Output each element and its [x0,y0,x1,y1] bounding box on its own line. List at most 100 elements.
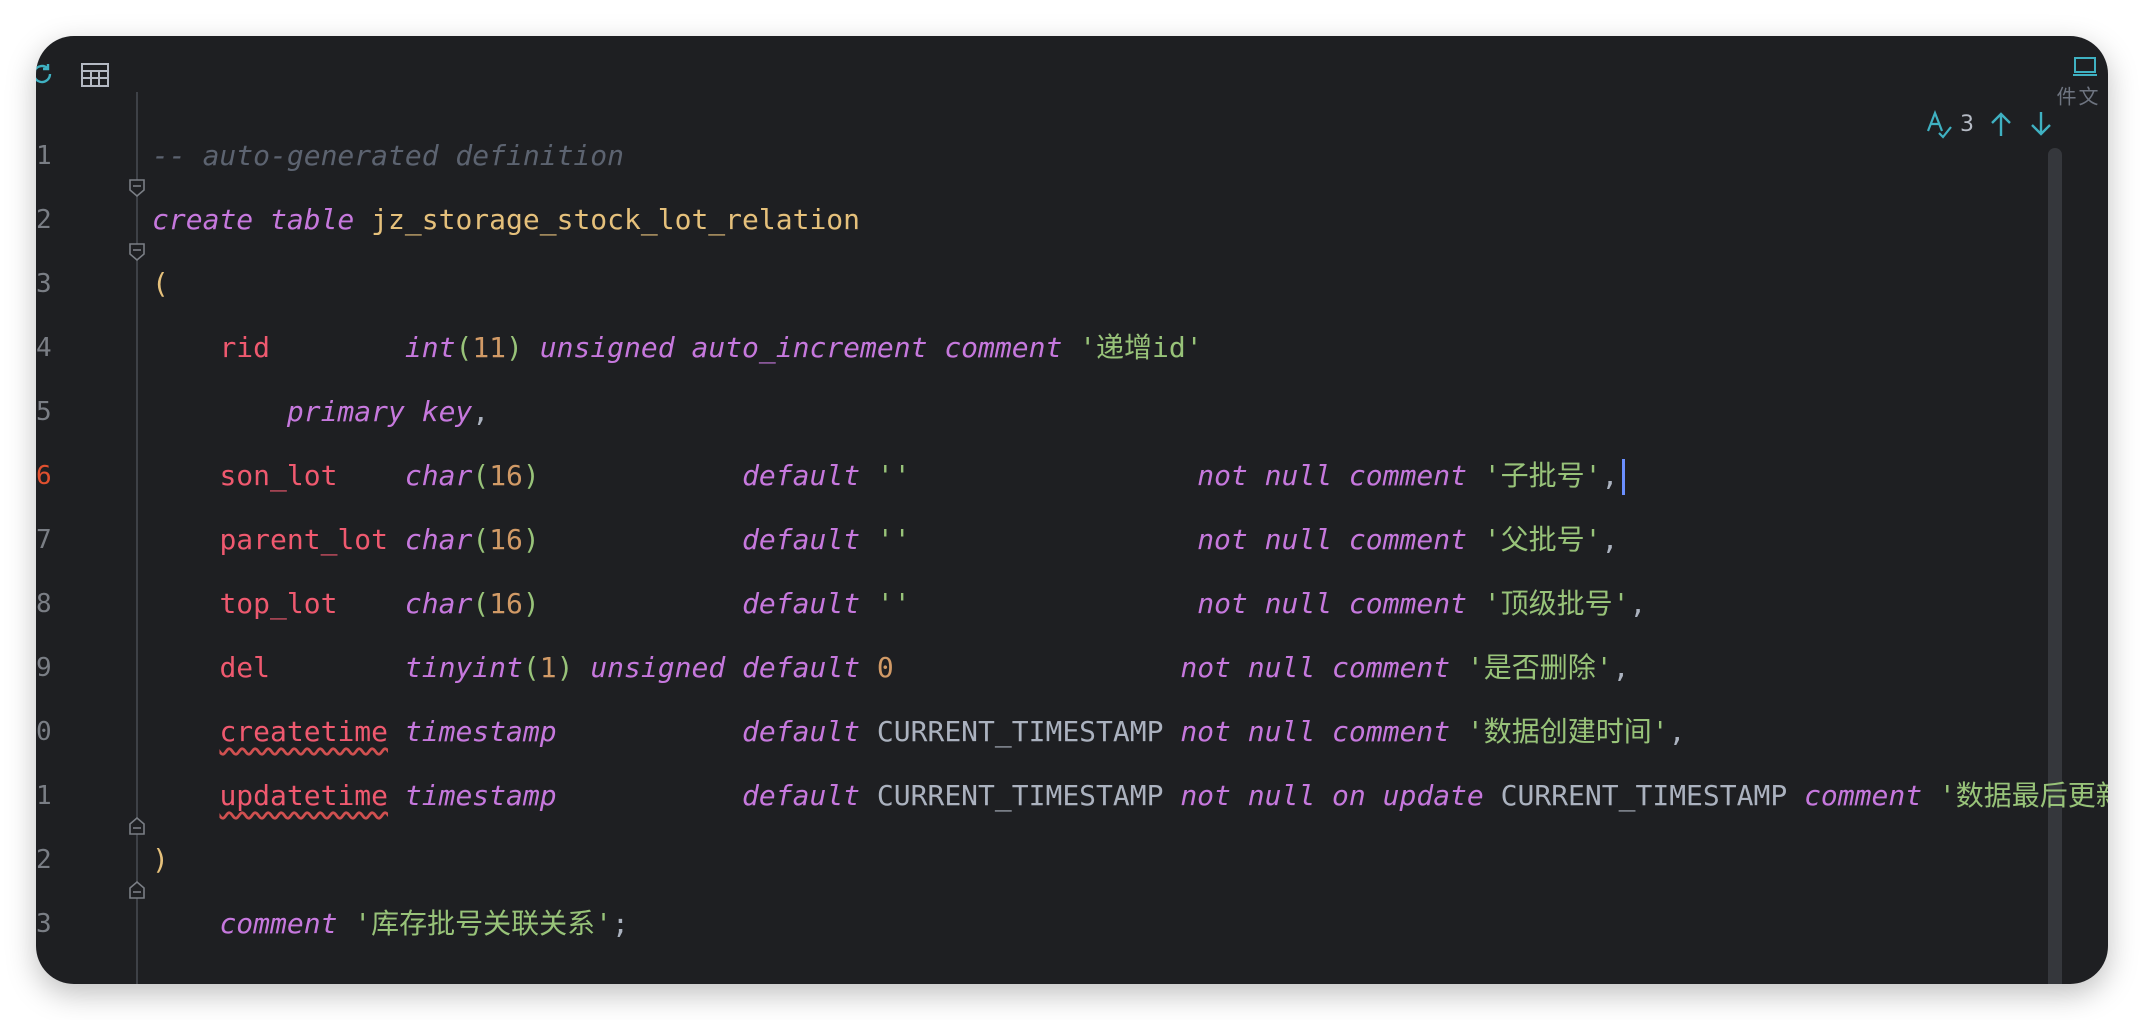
code-text: primary key, [152,380,489,444]
code-token: '是否删除' [1466,651,1613,684]
line-number: 2 [36,205,52,235]
code-token: ( [472,523,490,556]
code-token: ) [506,331,540,364]
editor-toolbar [36,48,236,88]
code-token: not null comment [1197,587,1484,620]
code-token: not null comment [1180,715,1467,748]
editor-window: 文件 3 1 -- auto-generated definition 2 creat… [36,36,2108,984]
code-text: updatetime timestamp default CURRENT_TIM… [152,764,2108,828]
code-text: parent_lot char(16) default '' not null … [152,508,1618,572]
code-token: ( [472,587,490,620]
vertical-scrollbar[interactable] [2048,148,2062,984]
code-token: default [742,459,877,492]
code-token: ( [152,267,169,300]
code-token: ( [455,331,473,364]
code-token: 16 [489,523,523,556]
code-token: , [1668,715,1686,748]
code-token: default [742,779,877,812]
code-token: char [404,523,473,556]
code-token: , [1601,523,1619,556]
code-token: '' [876,523,911,556]
code-text: -- auto-generated definition [152,124,624,188]
fold-guide-line [136,92,138,984]
code-token: top_lot [219,587,338,620]
code-token: ) [522,523,540,556]
code-token: '数据最后更新时间' [1938,779,2108,812]
code-token: '数据创建时间' [1466,715,1669,748]
code-token: rid [219,331,271,364]
code-token: unsigned default [590,651,877,684]
code-token: default [742,523,877,556]
search-match-indicator: 3 [1924,104,2054,144]
code-token: primary key [286,395,473,428]
line-number: 3 [36,269,52,299]
fold-close-icon[interactable] [128,880,146,900]
code-token: char [404,459,473,492]
code-text: comment '库存批号关联关系'; [152,892,628,956]
arrow-down-icon[interactable] [2028,110,2054,138]
code-token: '递增id' [1079,331,1203,364]
line-number: 2 [36,845,52,875]
panel-icon[interactable] [2072,54,2098,80]
code-token: '子批号' [1483,459,1602,492]
code-token: del [219,651,271,684]
code-token: unsigned auto_increment comment [539,331,1080,364]
line-number: 6 [36,461,52,491]
code-token: create table [152,203,372,236]
code-token: not null comment [1180,651,1467,684]
spell-check-icon[interactable] [1924,109,1954,139]
code-token: 1 [539,651,557,684]
code-token: ) [522,587,540,620]
code-text: ( [152,252,169,316]
code-token: comment [1804,779,1939,812]
code-token: , [1629,587,1647,620]
code-token: CURRENT_TIMESTAMP [876,779,1181,812]
code-token: '父批号' [1483,523,1602,556]
code-token: ( [472,459,490,492]
code-text: top_lot char(16) default '' not null com… [152,572,1646,636]
code-token: jz_storage_stock_lot_relation [371,203,861,236]
code-token: parent_lot [219,523,389,556]
fold-open-icon[interactable] [128,178,146,198]
code-token: not null comment [1197,523,1484,556]
code-token: CURRENT_TIMESTAMP [1500,779,1805,812]
code-token: comment [219,907,355,940]
refresh-icon[interactable] [36,62,54,86]
files-tool-label[interactable]: 文件 [2053,86,2099,106]
arrow-up-icon[interactable] [1988,110,2014,138]
code-token: ) [522,459,540,492]
code-text: rid int(11) unsigned auto_increment comm… [152,316,1203,380]
code-token: ) [152,843,169,876]
line-number: 4 [36,956,56,984]
line-number: 7 [36,525,52,555]
code-token: 16 [489,459,523,492]
code-token: '库存批号关联关系' [354,907,613,940]
table-grid-icon[interactable] [80,62,110,88]
code-text: ) [152,828,169,892]
fold-open-icon[interactable] [128,242,146,262]
fold-close-icon[interactable] [128,816,146,836]
code-token: tinyint [404,651,523,684]
code-token: timestamp [404,715,557,748]
line-number: 1 [36,781,52,811]
code-text: createtime timestamp default CURRENT_TIM… [152,700,1685,764]
code-token: , [1601,459,1619,492]
